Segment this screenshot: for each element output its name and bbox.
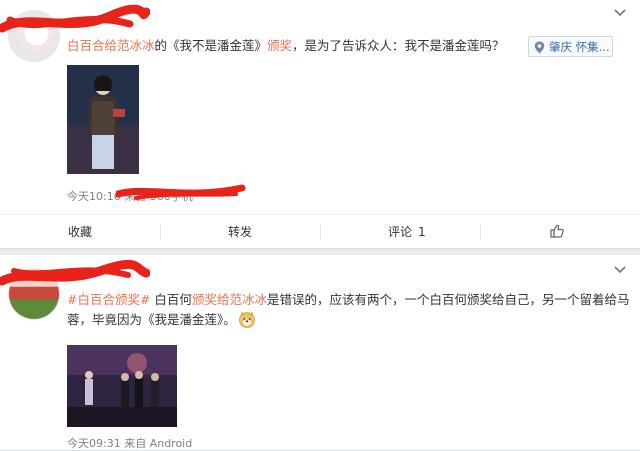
post-text: #白百合颁奖# 白百何颁奖给范冰冰是错误的，应该有两个，一个白百何颁奖给自己，另… xyxy=(67,292,630,328)
redacted-username-scribble xyxy=(0,4,150,33)
comment-button[interactable]: 评论 1 xyxy=(320,215,480,249)
mention-link[interactable]: 白百合给范冰冰 xyxy=(67,38,155,53)
feed-card-1: 白百合给范冰冰的《我不是潘金莲》颁奖，是为了告诉众人：我不是潘金莲吗？ 肇庆 怀… xyxy=(0,0,640,248)
thumb-up-icon xyxy=(550,224,564,238)
feed-card-2: #白百合颁奖# 白百何颁奖给范冰冰是错误的，应该有两个，一个白百何颁奖给自己，另… xyxy=(0,255,640,450)
doge-emoji-icon xyxy=(238,311,255,328)
post-photo[interactable] xyxy=(67,65,139,174)
inline-link[interactable]: 颁奖给范冰冰 xyxy=(192,292,267,307)
redacted-meta-scribble xyxy=(116,184,246,200)
location-pin-icon xyxy=(534,41,545,54)
hashtag-link[interactable]: #白百合颁奖# xyxy=(67,292,150,307)
post-text: 白百合给范冰冰的《我不是潘金莲》颁奖，是为了告诉众人：我不是潘金莲吗？ xyxy=(67,38,505,53)
favorite-button[interactable]: 收藏 xyxy=(0,215,160,249)
location-tag[interactable]: 肇庆 怀集... xyxy=(528,36,613,57)
action-bar: 收藏 转发 评论 1 xyxy=(0,214,640,249)
post-photo[interactable] xyxy=(67,345,177,427)
topic-link[interactable]: 颁奖 xyxy=(267,38,292,53)
repost-button[interactable]: 转发 xyxy=(160,215,320,249)
post-meta: 今天09:31 来自 Android xyxy=(67,437,193,450)
chevron-down-icon[interactable] xyxy=(612,263,628,277)
chevron-down-icon[interactable] xyxy=(612,6,628,20)
redacted-username-scribble xyxy=(0,259,150,286)
